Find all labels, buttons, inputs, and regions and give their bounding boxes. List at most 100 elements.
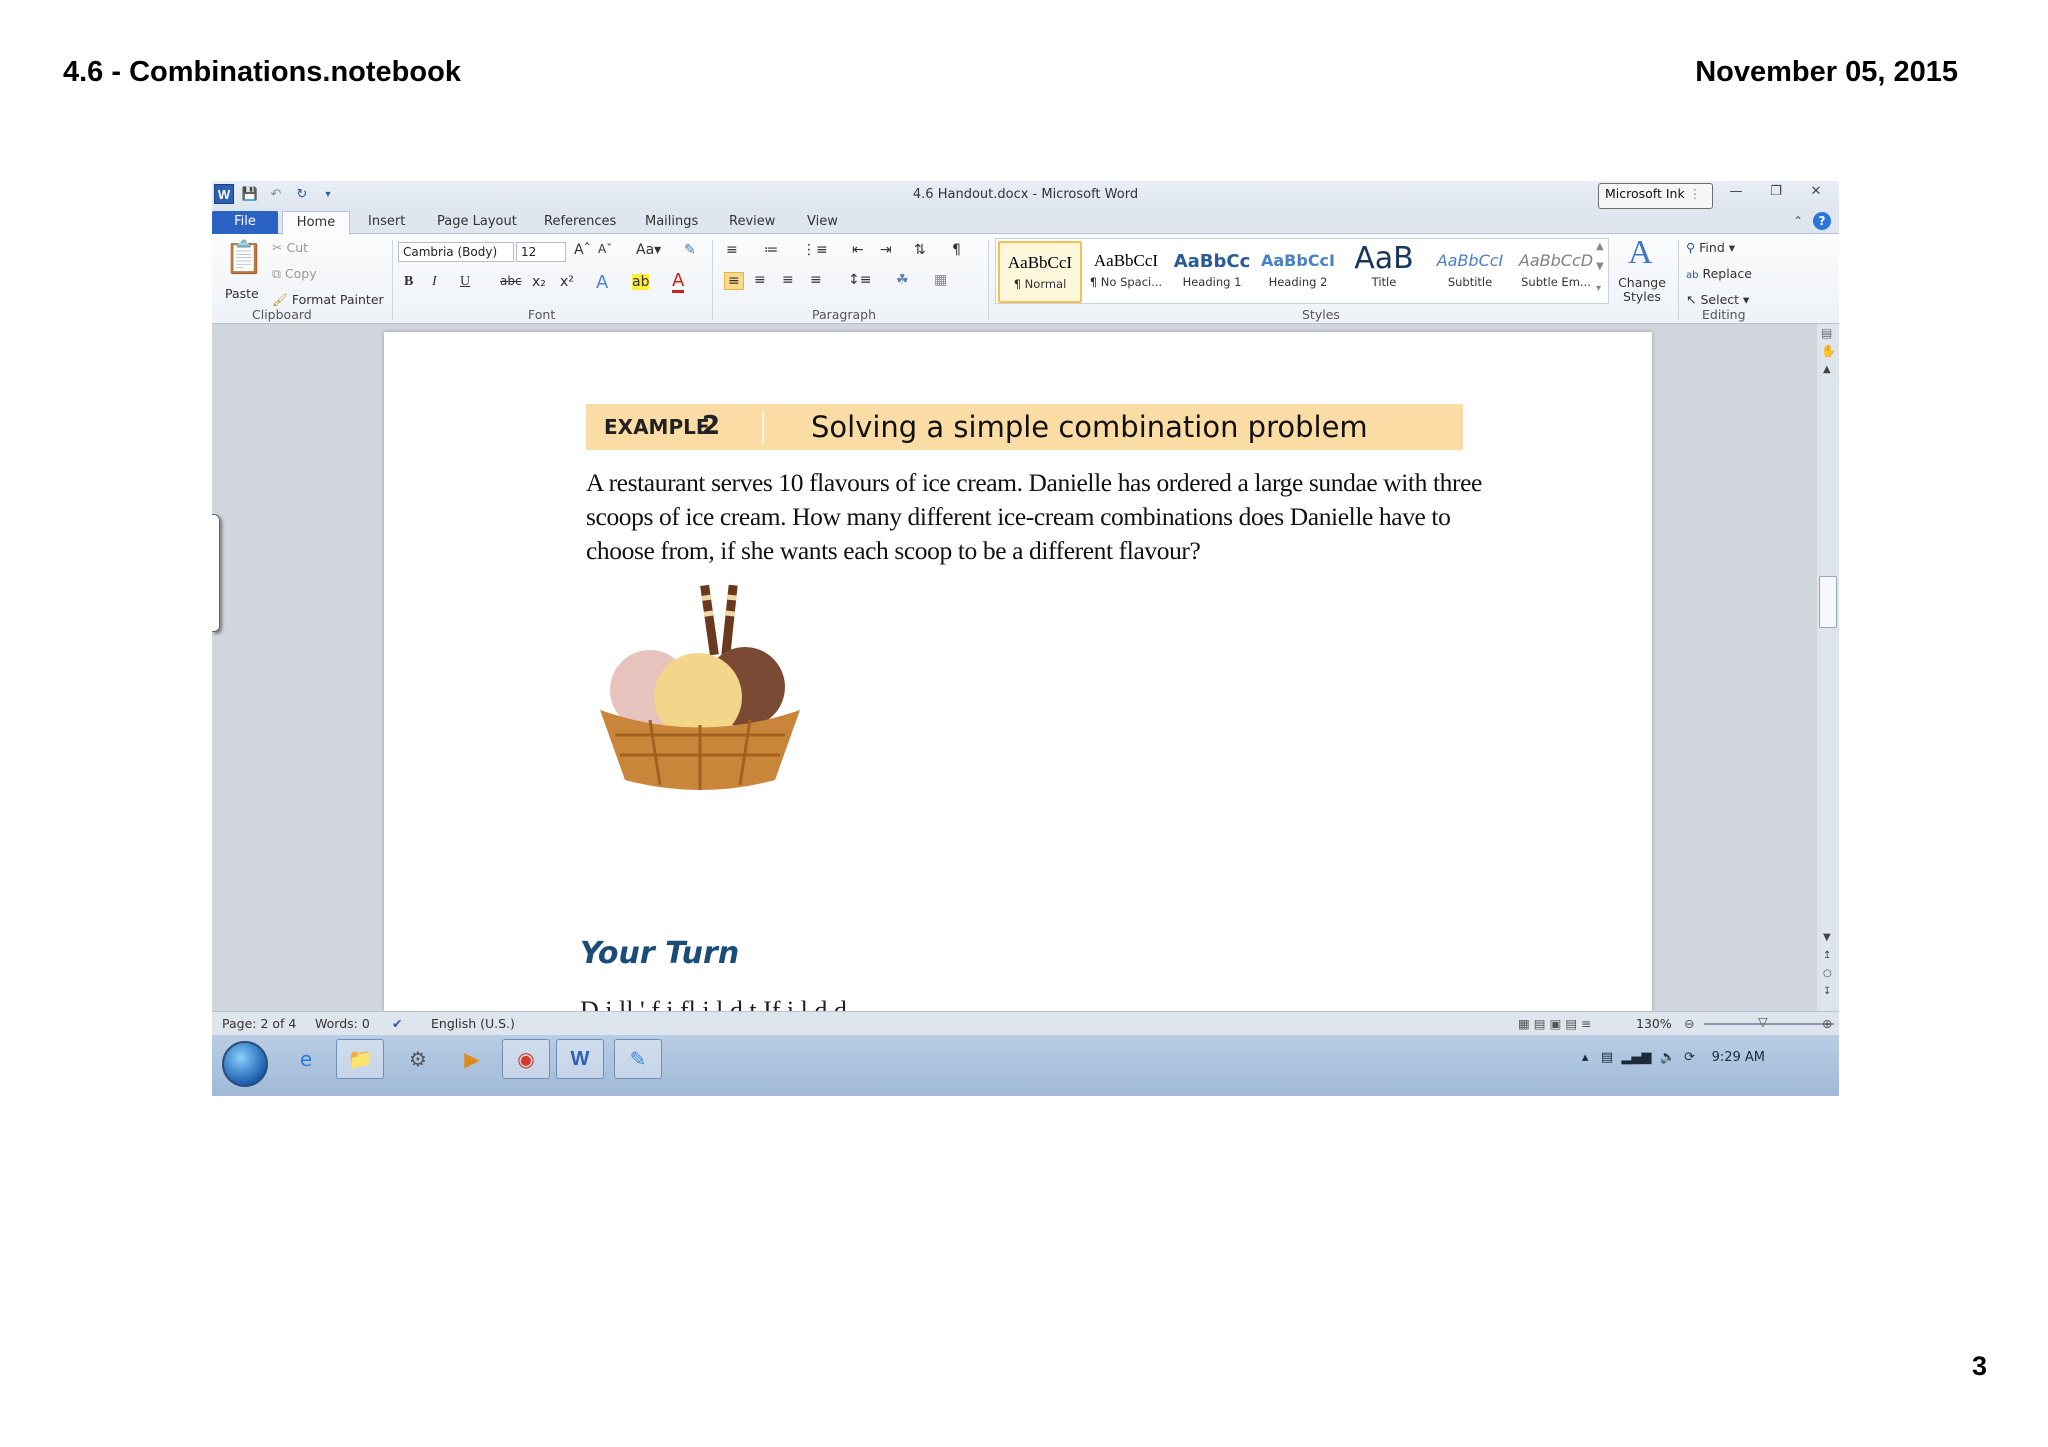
ruler-toggle-icon[interactable]: ▤ (1821, 326, 1832, 340)
strikethrough-icon[interactable]: abc (500, 274, 522, 288)
minimize-ribbon-icon[interactable]: ⌃ (1793, 214, 1803, 228)
numbering-icon[interactable]: ≔ (764, 242, 778, 258)
increase-indent-icon[interactable]: ⇥ (880, 242, 892, 258)
word-taskbar-icon[interactable]: W (556, 1039, 604, 1079)
font-size-select[interactable]: 12 (516, 242, 566, 262)
align-left-icon[interactable]: ≡ (724, 272, 744, 290)
close-icon[interactable]: ✕ (1805, 184, 1827, 202)
bold-icon[interactable]: B (404, 274, 413, 290)
zoom-slider-thumb[interactable]: ▽ (1758, 1014, 1768, 1029)
restore-icon[interactable]: ❐ (1765, 184, 1787, 202)
tab-insert[interactable]: Insert (368, 211, 405, 234)
clock[interactable]: 9:29 AM (1712, 1050, 1765, 1065)
format-painter-button[interactable]: 🖌 Format Painter (272, 292, 384, 308)
grow-font-icon[interactable]: Aˆ (574, 242, 591, 258)
gallery-scroll-down-icon[interactable]: ▼ (1596, 261, 1604, 272)
font-color-icon[interactable]: A (672, 272, 685, 293)
media-player-icon[interactable]: ▶ (448, 1039, 496, 1079)
italic-icon[interactable]: I (432, 274, 437, 290)
pan-hand-icon[interactable]: ✋ (1821, 344, 1836, 358)
text-effects-icon[interactable]: A (596, 272, 608, 293)
style-heading-2[interactable]: AaBbCcI Heading 2 (1256, 241, 1340, 303)
volume-icon[interactable]: 🔈 (1660, 1050, 1676, 1065)
notebook-taskbar-icon[interactable]: ✎ (614, 1039, 662, 1079)
style-heading-1[interactable]: AaBbCc Heading 1 (1170, 241, 1254, 303)
tab-home[interactable]: Home (282, 211, 350, 234)
font-family-select[interactable]: Cambria (Body) (398, 242, 514, 262)
change-styles-button[interactable]: Change Styles (1614, 276, 1670, 304)
minimize-icon[interactable]: — (1725, 184, 1747, 202)
zoom-in-icon[interactable]: ⊕ (1822, 1016, 1832, 1031)
tray-expand-icon[interactable]: ▴ (1582, 1050, 1589, 1065)
multilevel-list-icon[interactable]: ⋮≡ (802, 242, 828, 258)
style-title[interactable]: AaB Title (1342, 241, 1426, 303)
shading-icon[interactable]: ☘ (896, 272, 909, 288)
justify-icon[interactable]: ≡ (810, 272, 822, 288)
scroll-up-icon[interactable]: ▲ (1823, 364, 1831, 375)
style-subtle-emphasis[interactable]: AaBbCcD Subtle Em... (1514, 241, 1598, 303)
underline-icon[interactable]: U (460, 274, 470, 290)
cut-button[interactable]: ✂ Cut (272, 240, 308, 255)
chrome-icon[interactable]: ◉ (502, 1039, 550, 1079)
signal-icon[interactable]: ▂▄▆ (1621, 1050, 1651, 1065)
paste-button[interactable]: Paste (225, 286, 259, 301)
scroll-down-icon[interactable]: ▼ (1823, 932, 1831, 943)
help-icon[interactable]: ? (1813, 212, 1831, 230)
next-page-icon[interactable]: ↧ (1823, 986, 1831, 997)
style-subtitle[interactable]: AaBbCcI Subtitle (1428, 241, 1512, 303)
language-status[interactable]: English (U.S.) (431, 1016, 515, 1031)
example-number: 2 (702, 411, 721, 441)
style-no-spacing[interactable]: AaBbCcI ¶ No Spaci... (1084, 241, 1168, 303)
network-icon[interactable]: ▤ (1601, 1050, 1613, 1065)
tab-mailings[interactable]: Mailings (645, 211, 698, 234)
superscript-icon[interactable]: x² (560, 274, 574, 290)
shrink-font-icon[interactable]: Aˇ (598, 242, 612, 256)
zoom-slider[interactable] (1704, 1023, 1834, 1025)
style-preview: AaBbCc (1173, 251, 1251, 272)
proofing-icon[interactable]: ✔ (392, 1016, 402, 1031)
line-spacing-icon[interactable]: ↕≡ (848, 272, 871, 288)
highlight-icon[interactable]: ab (632, 274, 650, 290)
sync-icon[interactable]: ⟳ (1684, 1050, 1695, 1065)
tab-references[interactable]: References (544, 211, 616, 234)
internet-explorer-icon[interactable]: e (282, 1039, 330, 1079)
select-button[interactable]: ↖ Select ▾ (1686, 292, 1749, 307)
previous-page-icon[interactable]: ↥ (1823, 950, 1831, 961)
view-buttons[interactable]: ▦ ▤ ▣ ▤ ≡ (1518, 1016, 1592, 1031)
sort-icon[interactable]: ⇅ (914, 242, 926, 258)
change-styles-icon[interactable]: A (1628, 234, 1653, 272)
tab-view[interactable]: View (807, 211, 838, 234)
replace-button[interactable]: ab Replace (1686, 266, 1752, 281)
smart-board-icon[interactable]: ⚙ (394, 1039, 442, 1079)
clear-formatting-icon[interactable]: ✎ (684, 242, 696, 258)
vertical-scrollbar[interactable]: ▤ ✋ ▲ ▼ ↥ ○ ↧ (1817, 324, 1839, 1011)
borders-icon[interactable]: ▦ (934, 272, 947, 288)
tab-page-layout[interactable]: Page Layout (437, 211, 517, 234)
microsoft-ink-button[interactable]: Microsoft Ink ⋮ (1598, 183, 1713, 209)
scroll-thumb[interactable] (1819, 576, 1837, 628)
change-case-icon[interactable]: Aa▾ (636, 242, 661, 258)
zoom-out-icon[interactable]: ⊖ (1684, 1016, 1694, 1031)
find-button[interactable]: ⚲ Find ▾ (1686, 240, 1735, 255)
select-browse-object-icon[interactable]: ○ (1823, 968, 1832, 979)
paste-icon[interactable]: 📋 (224, 238, 264, 276)
start-button-icon[interactable] (222, 1041, 268, 1087)
zoom-level[interactable]: 130% (1636, 1016, 1672, 1031)
decrease-indent-icon[interactable]: ⇤ (852, 242, 864, 258)
side-panel-tab[interactable] (212, 514, 220, 632)
gallery-more-icon[interactable]: ▾ (1596, 283, 1601, 294)
tab-file[interactable]: File (212, 211, 278, 234)
page-count-status[interactable]: Page: 2 of 4 (222, 1016, 296, 1031)
align-right-icon[interactable]: ≡ (782, 272, 794, 288)
file-explorer-icon[interactable]: 📁 (336, 1039, 384, 1079)
style-normal[interactable]: AaBbCcI ¶ Normal (998, 241, 1082, 303)
copy-button[interactable]: ⧉ Copy (272, 266, 317, 282)
word-count-status[interactable]: Words: 0 (315, 1016, 370, 1031)
document-page[interactable]: EXAMPLE 2 Solving a simple combination p… (384, 332, 1652, 1011)
bullets-icon[interactable]: ≡ (726, 242, 738, 258)
gallery-scroll-up-icon[interactable]: ▲ (1596, 241, 1604, 252)
tab-review[interactable]: Review (729, 211, 775, 234)
subscript-icon[interactable]: x₂ (532, 274, 546, 290)
align-center-icon[interactable]: ≡ (754, 272, 766, 288)
show-marks-icon[interactable]: ¶ (952, 242, 961, 258)
